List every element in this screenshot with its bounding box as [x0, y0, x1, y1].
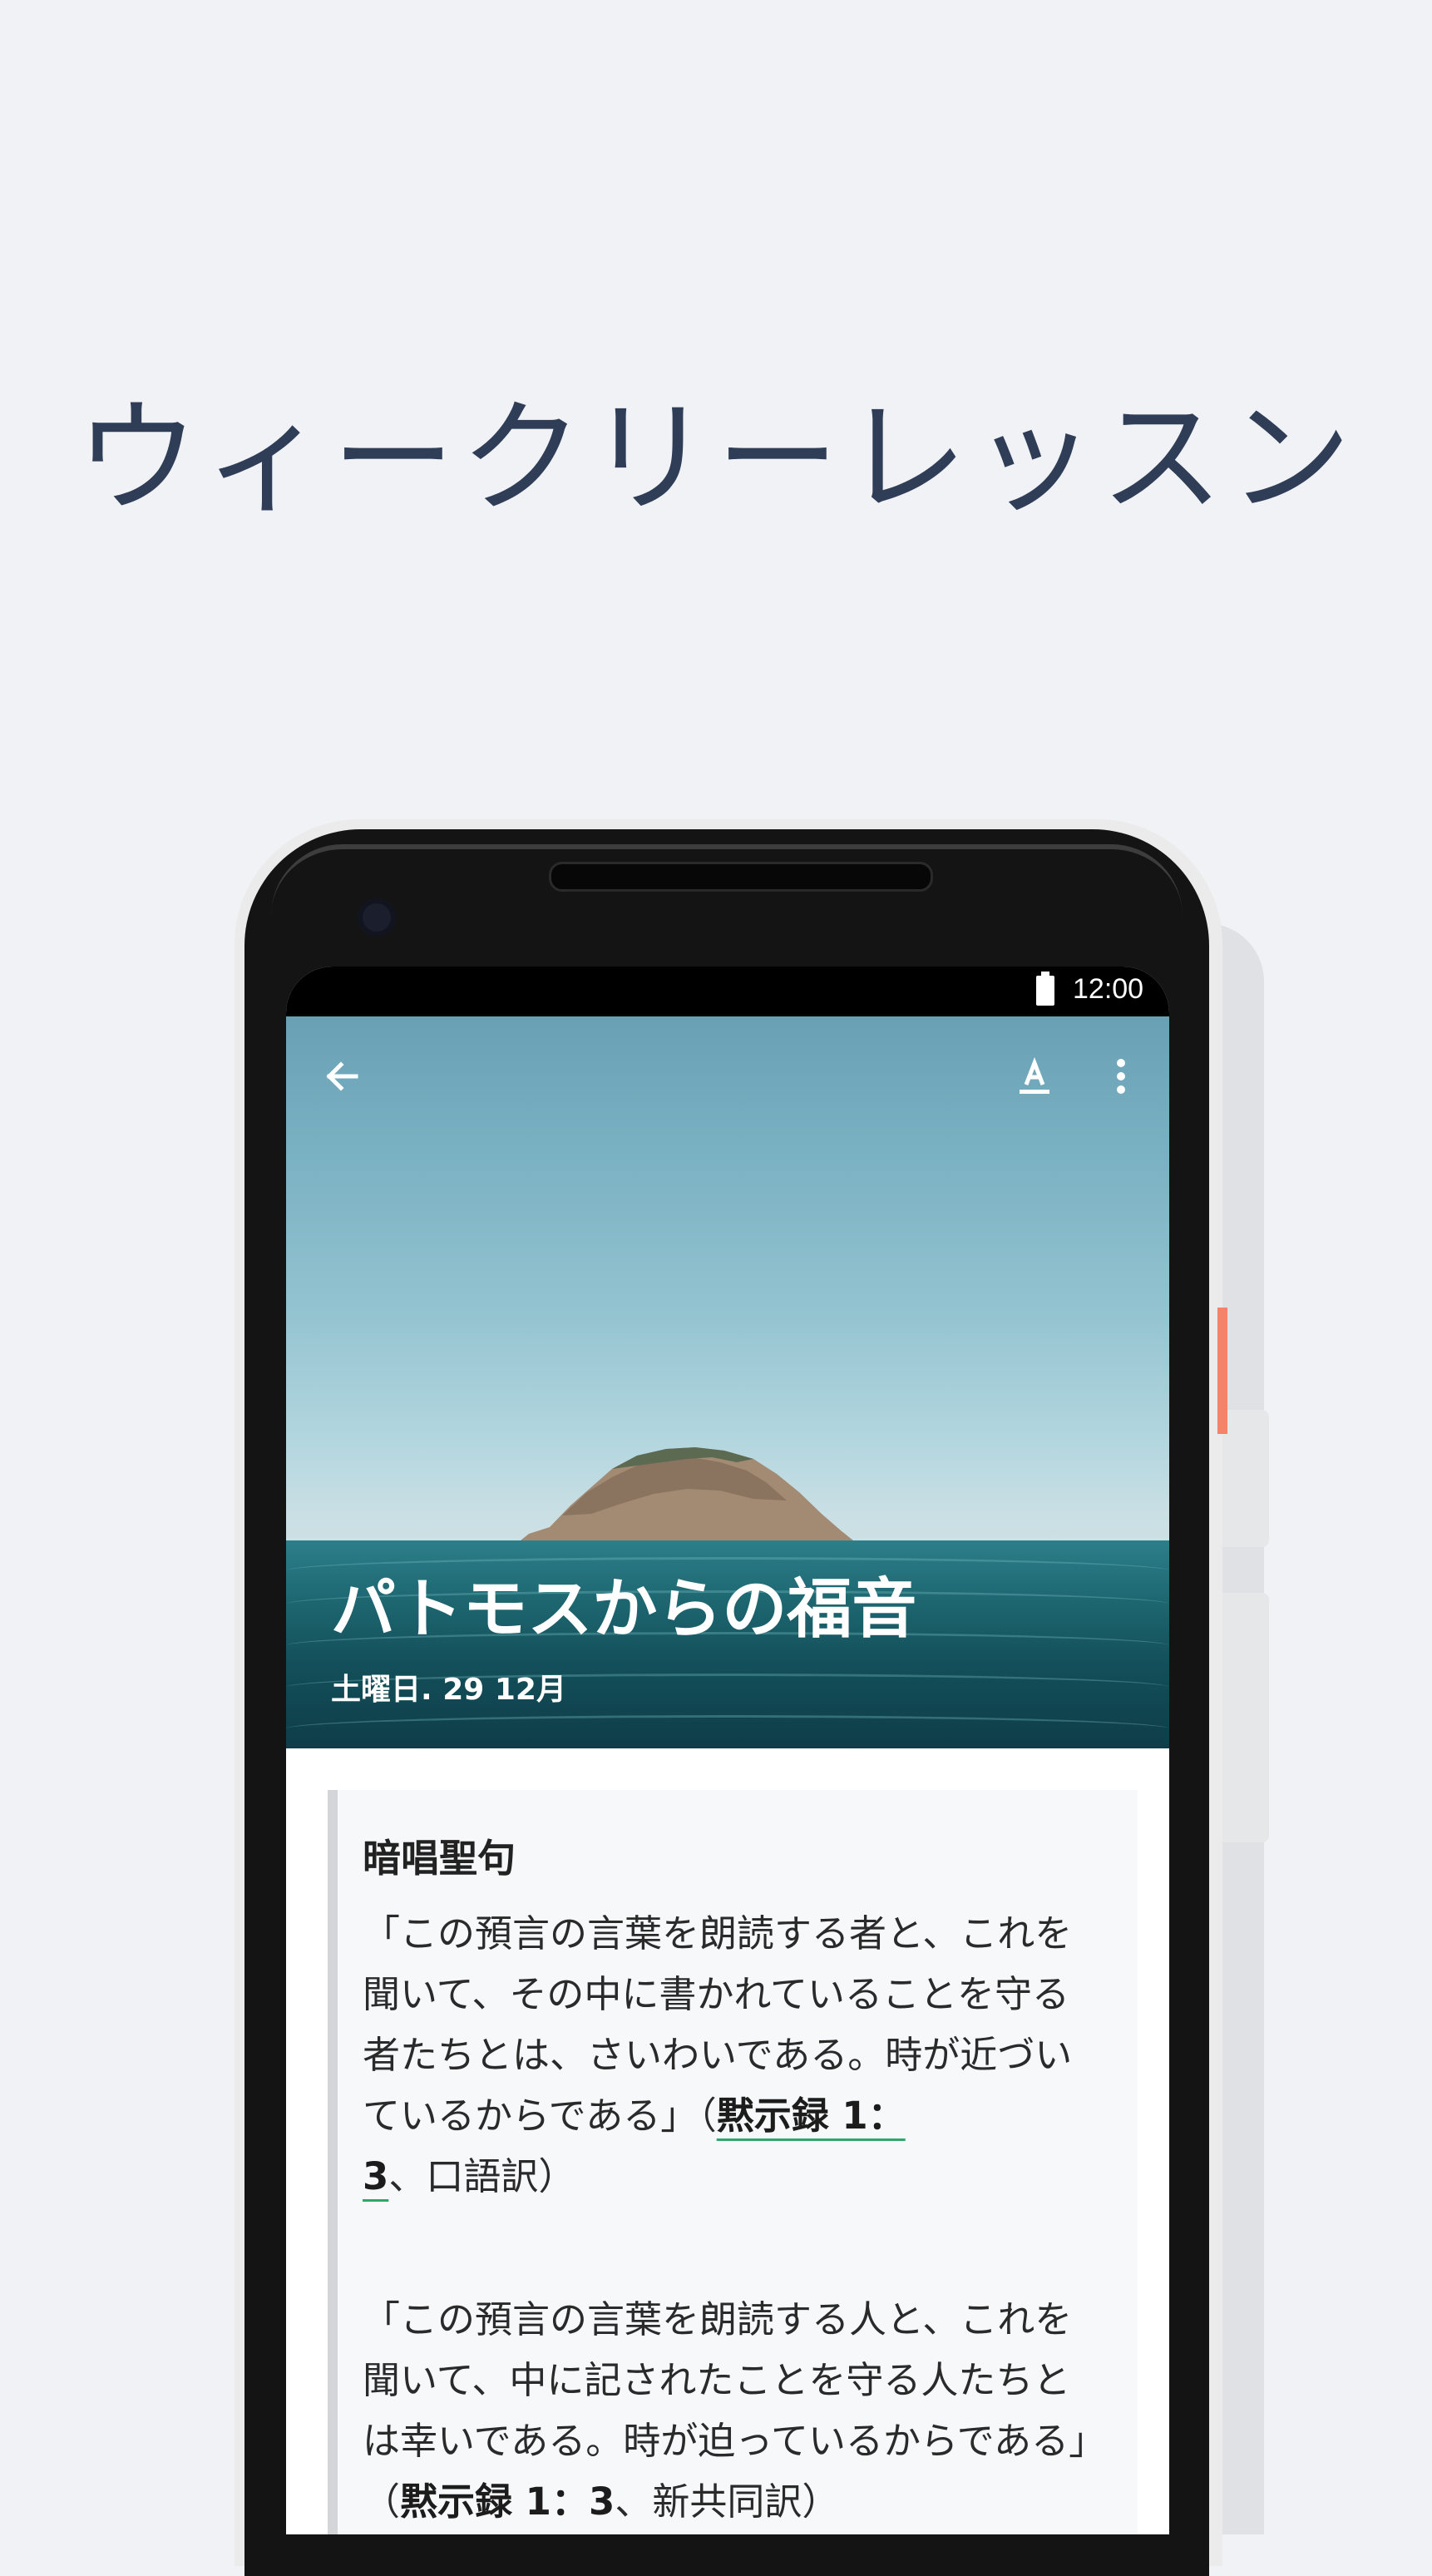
volume-button-lower [1222, 1593, 1269, 1842]
battery-full-icon [1036, 972, 1054, 1006]
verse-suffix: 、口語訳） [388, 2154, 576, 2198]
lesson-hero: パトモスからの福音 土曜日. 29 12月 [286, 1016, 1169, 1748]
memory-text-card: 暗唱聖句 「この預言の言葉を朗読する者と、これを聞いて、その中に書かれていること… [328, 1790, 1138, 2534]
status-bar: 12:00 [286, 967, 1169, 1016]
arrow-left-icon[interactable] [318, 1051, 368, 1101]
volume-button [1222, 1410, 1269, 1547]
page-headline: ウィークリーレッスン [76, 387, 1356, 530]
more-vertical-icon[interactable] [1096, 1051, 1146, 1101]
status-clock: 12:00 [1073, 973, 1144, 1005]
phone-screen: 12:00 パトモスからの福音 土曜日. 29 12月 暗唱聖句 「この預言の言… [286, 967, 1169, 2534]
earpiece-speaker [549, 862, 933, 892]
memory-text-heading: 暗唱聖句 [363, 1836, 516, 1881]
text-format-icon[interactable] [1010, 1051, 1059, 1101]
memory-verse-new-interconfessional: 「この預言の言葉を朗読する人と、これを聞いて、中に記されたことを守る人たちとは幸… [363, 2289, 1104, 2532]
lesson-date: 土曜日. 29 12月 [331, 1673, 566, 1707]
verse-suffix: 、新共同訳） [615, 2480, 840, 2524]
power-button [1217, 1308, 1227, 1434]
bible-reference: 黙示録 1：3 [400, 2480, 615, 2524]
memory-verse-colloquial: 「この預言の言葉を朗読する者と、これを聞いて、その中に書かれていることを守る者た… [363, 1903, 1104, 2207]
lesson-title: パトモスからの福音 [331, 1572, 917, 1647]
island-image [512, 1447, 862, 1549]
lesson-content: 暗唱聖句 「この預言の言葉を朗読する者と、これを聞いて、その中に書かれていること… [286, 1748, 1169, 2534]
front-camera [358, 898, 396, 937]
